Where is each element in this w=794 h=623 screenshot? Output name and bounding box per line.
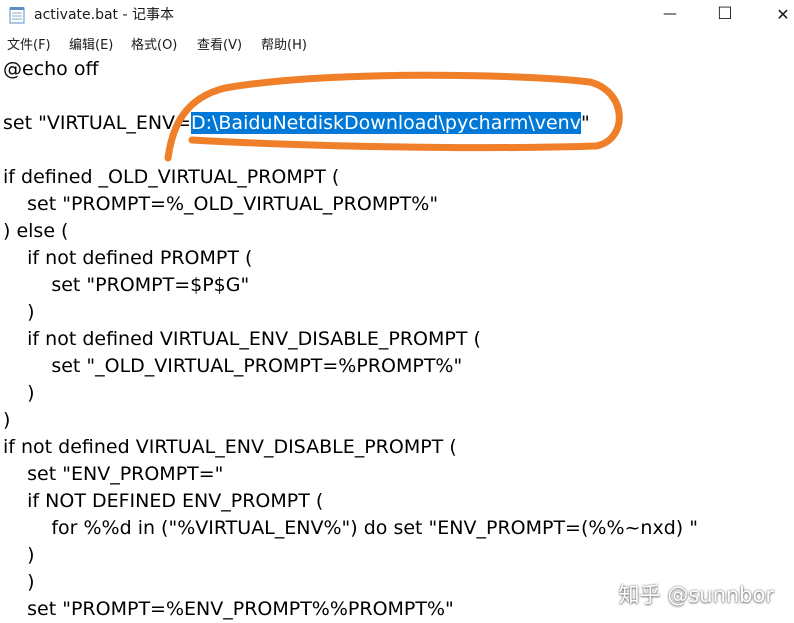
- selected-path: D:\BaiduNetdiskDownload\pycharm\venv: [190, 112, 581, 134]
- code-line: ): [3, 544, 35, 566]
- watermark: 知乎 @sunnbor: [618, 583, 774, 607]
- code-line: set "_OLD_VIRTUAL_PROMPT=%PROMPT%": [3, 355, 463, 377]
- code-line: for %%d in ("%VIRTUAL_ENV%") do set "ENV…: [3, 517, 698, 539]
- code-line: ): [3, 409, 11, 431]
- code-line-virtual-env: set "VIRTUAL_ENV=D:\BaiduNetdiskDownload…: [3, 110, 590, 136]
- menu-view[interactable]: 查看(V): [197, 34, 242, 53]
- title-bar: activate.bat - 记事本 — ☐ ✕: [0, 0, 794, 30]
- code-line: ) else (: [3, 220, 69, 242]
- text-editor[interactable]: @echo off set "VIRTUAL_ENV=D:\BaiduNetdi…: [0, 54, 794, 623]
- maximize-button[interactable]: ☐: [702, 0, 748, 28]
- minimize-icon: —: [663, 6, 677, 22]
- code-line: ): [3, 571, 35, 593]
- code-line: if not defined VIRTUAL_ENV_DISABLE_PROMP…: [3, 328, 481, 350]
- notepad-icon: [9, 7, 25, 24]
- code-line: ): [3, 382, 35, 404]
- close-icon: ✕: [776, 4, 790, 24]
- code-line: if defined _OLD_VIRTUAL_PROMPT (: [3, 166, 340, 188]
- code-line: if not defined PROMPT (: [3, 247, 253, 269]
- menu-format[interactable]: 格式(O): [131, 34, 177, 53]
- code-line: if not defined VIRTUAL_ENV_DISABLE_PROMP…: [3, 436, 457, 458]
- code-line: @echo off: [3, 58, 99, 80]
- code-line: set "PROMPT=$P$G": [3, 274, 250, 296]
- maximize-icon: ☐: [717, 4, 733, 24]
- menu-help[interactable]: 帮助(H): [261, 34, 307, 53]
- code-line: set "ENV_PROMPT=": [3, 463, 224, 485]
- code-line: set "PROMPT=%_OLD_VIRTUAL_PROMPT%": [3, 193, 439, 215]
- set-suffix: ": [580, 112, 590, 134]
- code-line: ): [3, 301, 35, 323]
- close-button[interactable]: ✕: [760, 0, 794, 28]
- menu-bar: 文件(F) 编辑(E) 格式(O) 查看(V) 帮助(H): [0, 31, 794, 53]
- minimize-button[interactable]: —: [647, 0, 693, 28]
- code-line: if NOT DEFINED ENV_PROMPT (: [3, 490, 324, 512]
- code-line: set "PROMPT=%ENV_PROMPT%%PROMPT%": [3, 598, 454, 620]
- set-prefix: set "VIRTUAL_ENV=: [3, 112, 191, 134]
- window-title: activate.bat - 记事本: [34, 7, 174, 23]
- menu-file[interactable]: 文件(F): [7, 34, 51, 53]
- menu-edit[interactable]: 编辑(E): [69, 34, 113, 53]
